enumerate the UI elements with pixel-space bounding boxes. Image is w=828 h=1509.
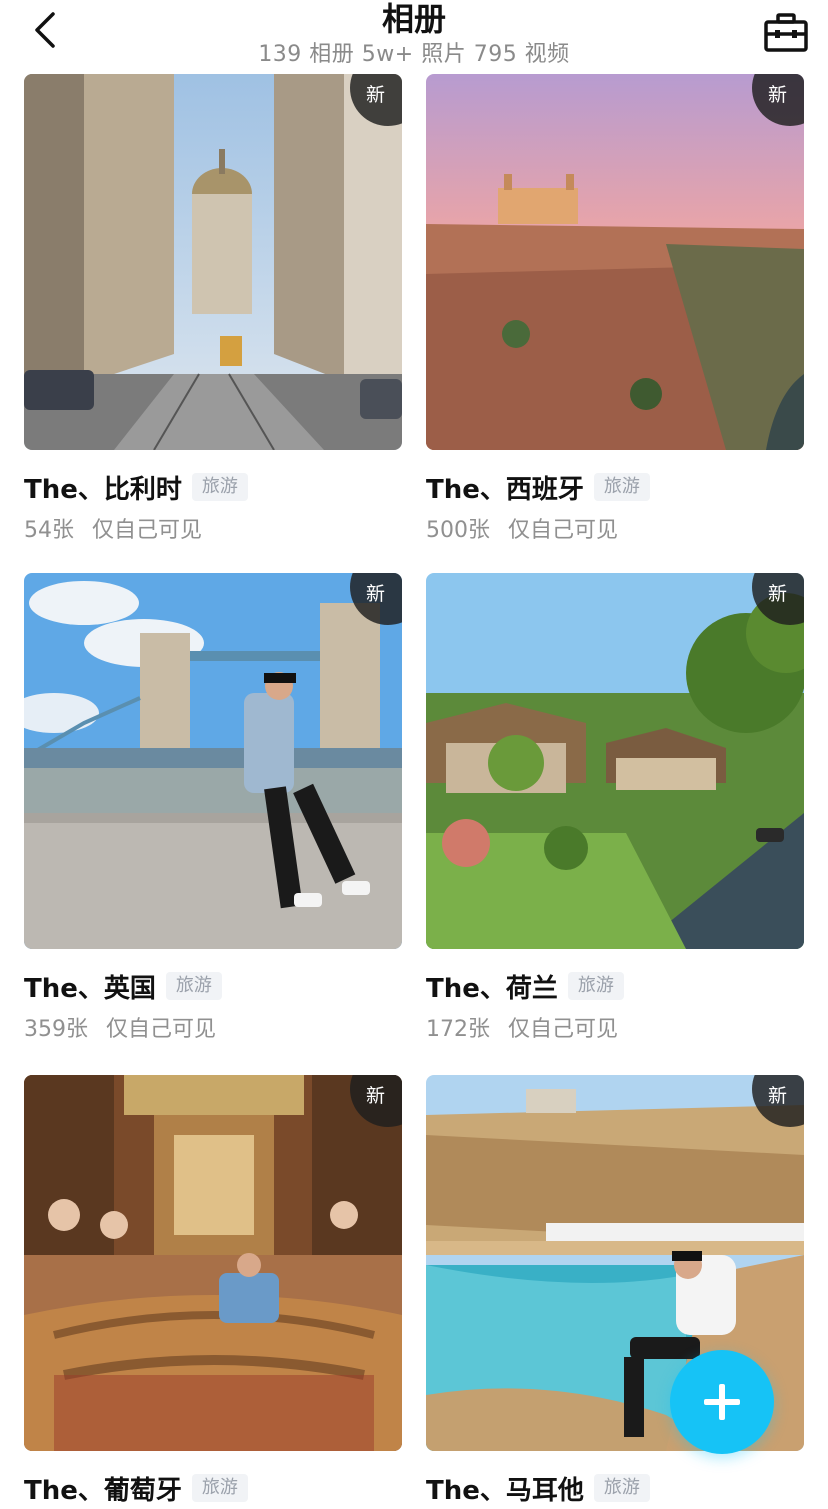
toolbox-icon	[764, 13, 808, 52]
album-cover-spain: 新	[426, 74, 804, 450]
album-title: The、荷兰	[426, 973, 558, 1004]
album-card-portugal[interactable]: 新 The、葡萄牙 旅游	[24, 1075, 402, 1506]
album-card-netherlands[interactable]: 新 The、荷兰 旅游 172张 仅自己可见	[426, 573, 804, 1043]
album-title: The、马耳他	[426, 1475, 584, 1506]
album-tag: 旅游	[165, 972, 222, 1000]
privacy-label: 仅自己可见	[92, 518, 203, 543]
plus-icon	[704, 1384, 740, 1420]
photo-count: 500张	[426, 518, 490, 543]
album-cover-belgium: 新	[24, 74, 402, 450]
album-cover-portugal: 新	[24, 1075, 402, 1451]
toolbox-button[interactable]	[762, 8, 810, 56]
privacy-label: 仅自己可见	[508, 1017, 619, 1042]
album-title: The、比利时	[24, 474, 182, 505]
album-tag: 旅游	[593, 1474, 650, 1502]
photo-count: 54张	[24, 518, 74, 543]
album-cover-uk: 新	[24, 573, 402, 949]
privacy-label: 仅自己可见	[508, 518, 619, 543]
photo-count: 359张	[24, 1017, 88, 1042]
album-tag: 旅游	[593, 473, 650, 501]
page-subtitle: 139 相册 5w+ 照片 795 视频	[258, 42, 570, 67]
album-cover-netherlands: 新	[426, 573, 804, 949]
album-tag: 旅游	[567, 972, 624, 1000]
album-card-belgium[interactable]: 新 The、比利时 旅游 54张 仅自己可见	[24, 74, 402, 544]
album-card-uk[interactable]: 新 The、英国 旅游 359张 仅自己可见	[24, 573, 402, 1043]
album-title: The、西班牙	[426, 474, 584, 505]
album-card-spain[interactable]: 新 The、西班牙 旅游 500张 仅自己可见	[426, 74, 804, 544]
album-title: The、葡萄牙	[24, 1475, 182, 1506]
top-bar: 相册 139 相册 5w+ 照片 795 视频	[0, 0, 828, 74]
add-album-button[interactable]	[670, 1350, 774, 1454]
photo-count: 172张	[426, 1017, 490, 1042]
album-meta: 500张 仅自己可见	[426, 512, 804, 544]
privacy-label: 仅自己可见	[106, 1017, 217, 1042]
page-title: 相册	[381, 0, 446, 38]
album-page: 相册 139 相册 5w+ 照片 795 视频 新 The、比利时 旅游 54张…	[0, 0, 828, 1509]
album-tag: 旅游	[191, 1474, 248, 1502]
album-meta: 172张 仅自己可见	[426, 1011, 804, 1043]
album-title: The、英国	[24, 973, 156, 1004]
album-meta: 54张 仅自己可见	[24, 512, 402, 544]
album-tag: 旅游	[191, 473, 248, 501]
album-meta: 359张 仅自己可见	[24, 1011, 402, 1043]
